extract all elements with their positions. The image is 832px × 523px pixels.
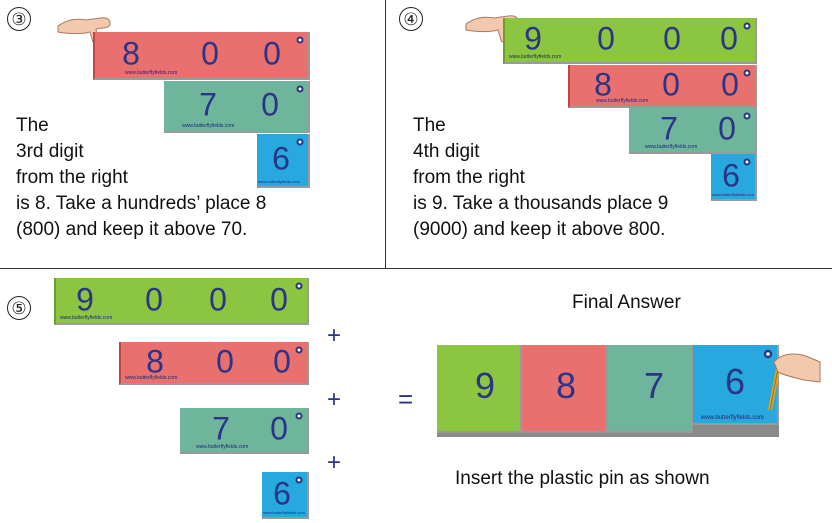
pin-icon: [296, 138, 304, 146]
pin-icon: [743, 158, 751, 166]
pin-icon: [743, 112, 751, 120]
text-line: is 8. Take a hundreds’ place 8: [16, 193, 267, 214]
card-70: 7 0 www.butterflyfields.com: [180, 408, 309, 454]
digit: 6: [722, 156, 740, 193]
digit: 8: [146, 342, 164, 379]
card-9000: 9 0 0 0 www.butterflyfields.com: [503, 18, 757, 64]
digit: 0: [270, 280, 288, 317]
final-card-9: 9: [437, 345, 522, 433]
horizontal-divider: [0, 268, 832, 269]
card-6: 6 www.butterflyfields.com: [711, 154, 757, 201]
digit: 0: [216, 342, 234, 379]
digit: 0: [662, 65, 680, 102]
plus-sign: +: [327, 322, 342, 349]
watermark: www.butterflyfields.com: [125, 70, 178, 76]
digit: 0: [597, 20, 615, 57]
card-800: 8 0 0 www.butterflyfields.com: [93, 32, 310, 80]
equals-sign: =: [398, 384, 414, 414]
step-3-text: The 3rd digit from the right is 8. Take …: [16, 113, 266, 243]
text-line: 3rd digit: [16, 141, 84, 162]
final-card-8: 8: [522, 345, 608, 433]
watermark: www.butterflyfields.com: [125, 375, 178, 381]
step-4-text: The 4th digit from the right is 9. Take …: [413, 113, 668, 243]
digit: 0: [263, 35, 281, 72]
caption: Insert the plastic pin as shown: [455, 468, 710, 489]
digit: 9: [76, 280, 94, 317]
pin-icon: [295, 412, 303, 420]
plus-sign: +: [327, 386, 342, 413]
final-answer-title: Final Answer: [572, 292, 681, 313]
pin-icon: [295, 282, 303, 290]
text-line: is 9. Take a thousands place 9: [413, 193, 669, 214]
text-line: (800) and keep it above 70.: [16, 219, 248, 240]
digit: 9: [524, 20, 542, 57]
digit: 7: [212, 410, 230, 447]
pin-icon: [743, 69, 751, 77]
digit: 0: [718, 110, 736, 147]
digit: 6: [724, 361, 746, 403]
card-800: 8 0 0 www.butterflyfields.com: [568, 65, 757, 108]
card-9000: 9 0 0 0 www.butterflyfields.com: [54, 278, 309, 325]
text-line: (9000) and keep it above 800.: [413, 219, 666, 240]
digit: 0: [273, 342, 291, 379]
vertical-divider: [385, 0, 386, 268]
digit: 9: [474, 365, 496, 407]
digit: 7: [643, 365, 665, 407]
pin-icon: [295, 346, 303, 354]
digit: 6: [272, 140, 290, 177]
text-line: The: [413, 115, 446, 136]
step-5-number: ⑤: [7, 296, 31, 320]
pin-icon: [295, 476, 303, 484]
digit: 0: [721, 65, 739, 102]
text-line: 4th digit: [413, 141, 480, 162]
digit: 0: [663, 20, 681, 57]
watermark: www.butterflyfields.com: [263, 510, 305, 515]
hand-pin-icon: [768, 353, 821, 411]
pin-icon: [296, 85, 304, 93]
digit: 8: [555, 365, 577, 407]
digit: 0: [145, 280, 163, 317]
digit: 8: [122, 35, 140, 72]
digit: 0: [209, 280, 227, 317]
plus-sign: +: [327, 449, 342, 476]
card-800: 8 0 0 www.butterflyfields.com: [119, 342, 309, 385]
watermark: www.butterflyfields.com: [701, 415, 764, 421]
text-line: from the right: [16, 167, 128, 188]
step-3-number: ③: [7, 7, 31, 31]
watermark: www.butterflyfields.com: [196, 444, 249, 450]
pin-icon: [743, 22, 751, 30]
text-line: The: [16, 115, 49, 136]
watermark: www.butterflyfields.com: [596, 98, 649, 104]
watermark: www.butterflyfields.com: [712, 192, 754, 197]
step-4-number: ④: [399, 7, 423, 31]
digit: 0: [270, 410, 288, 447]
digit: 8: [594, 65, 612, 102]
text-line: from the right: [413, 167, 525, 188]
card-6: 6 www.butterflyfields.com: [262, 472, 309, 519]
digit: 0: [201, 35, 219, 72]
watermark: www.butterflyfields.com: [60, 315, 113, 321]
final-card-7: 7: [608, 345, 693, 433]
digit: 6: [273, 474, 291, 511]
digit: 0: [720, 20, 738, 57]
watermark: www.butterflyfields.com: [509, 54, 562, 60]
pin-icon: [296, 36, 304, 44]
